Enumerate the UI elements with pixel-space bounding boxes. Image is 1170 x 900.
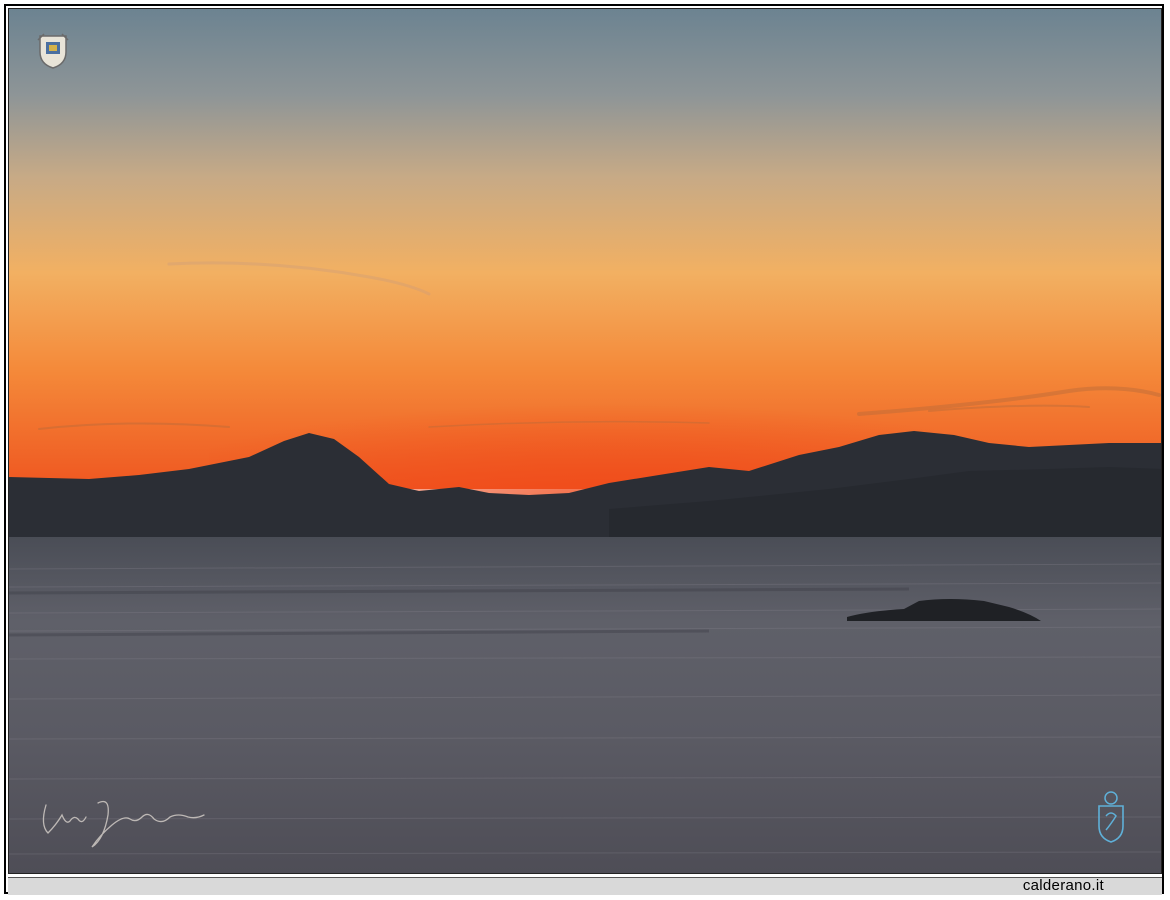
site-caption: calderano.it <box>1022 877 1104 894</box>
caption-bar: calderano.it <box>8 877 1162 895</box>
signature <box>42 800 205 848</box>
crest-icon <box>1098 791 1124 843</box>
coat-of-arms-icon <box>37 33 69 69</box>
sunset-photo <box>8 8 1162 874</box>
